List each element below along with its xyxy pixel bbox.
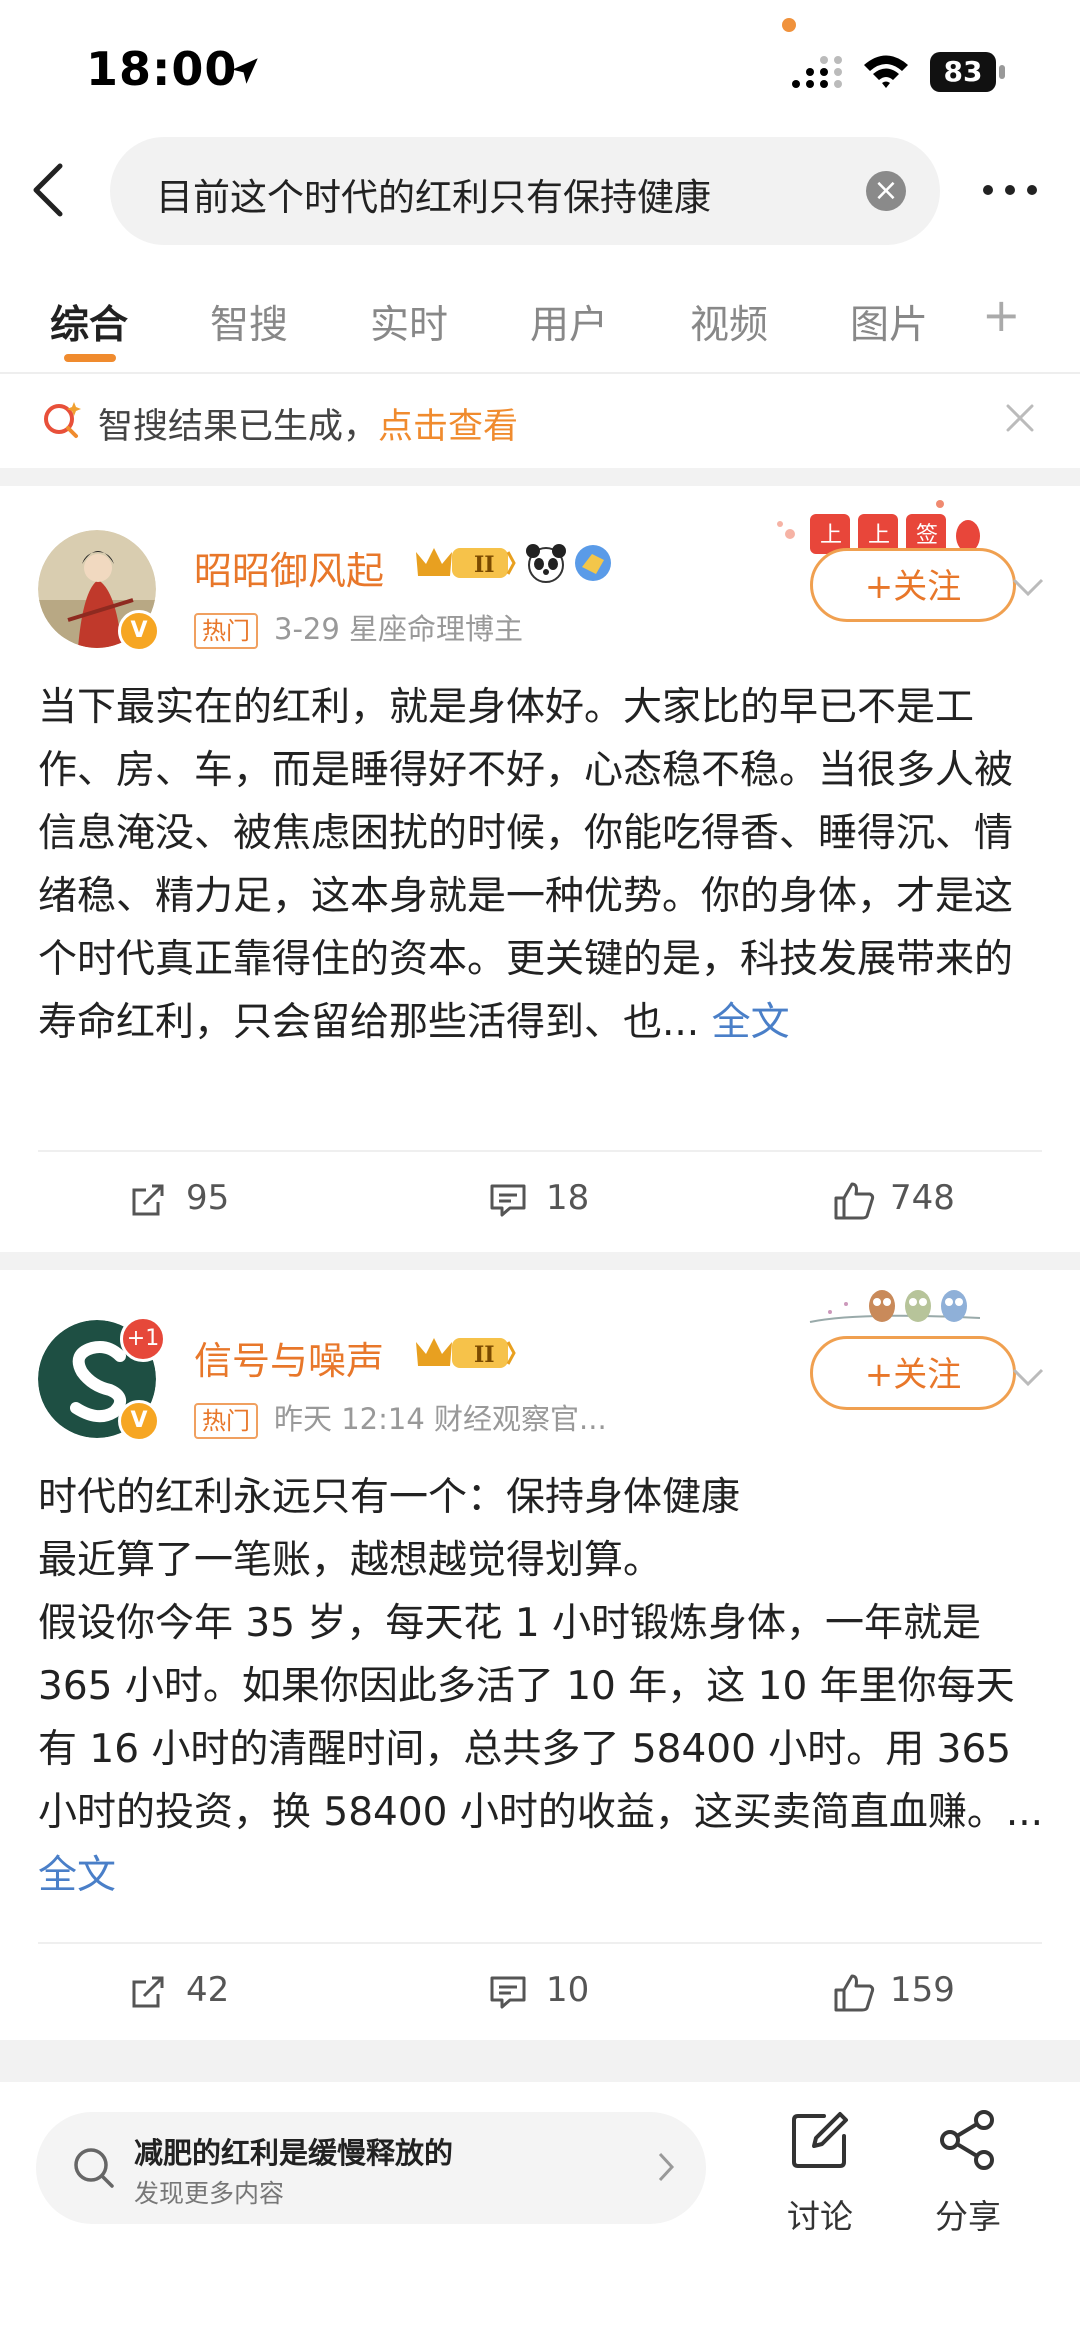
tab-realtime[interactable]: 实时 xyxy=(370,294,448,350)
wifi-icon xyxy=(864,55,908,88)
verified-badge: V xyxy=(118,610,160,652)
hot-tag: 热门 xyxy=(194,613,258,649)
comment-button[interactable]: 18 xyxy=(488,1176,638,1226)
comment-count: 18 xyxy=(546,1178,590,1218)
verified-badge: V xyxy=(118,1400,160,1442)
chevron-down-icon[interactable] xyxy=(1010,576,1046,600)
post-username[interactable]: 昭昭御风起 xyxy=(194,540,384,595)
svg-text:签: 签 xyxy=(916,523,938,548)
follow-button[interactable]: +关注 xyxy=(810,548,1016,622)
bottom-bar-divider xyxy=(0,2080,1080,2082)
tab-comprehensive[interactable]: 综合 xyxy=(50,294,128,350)
search-query[interactable]: 目前这个时代的红利只有保持健康 xyxy=(156,167,711,221)
battery-level: 83 xyxy=(930,52,996,92)
repost-icon xyxy=(132,1976,164,2008)
search-icon xyxy=(74,2148,114,2188)
active-tab-underline xyxy=(64,354,116,362)
read-more-link[interactable]: 全文 xyxy=(712,1000,790,1045)
smart-search-banner[interactable]: 智搜结果已生成，点击查看 xyxy=(0,374,1080,468)
member-level-icon: II xyxy=(416,548,516,578)
discuss-button[interactable]: 讨论 xyxy=(760,2108,880,2248)
post-text-line: 时代的红利永远只有一个：保持身体健康 xyxy=(38,1475,741,1520)
post-meta-text: 昨天 12:14 财经观察官... xyxy=(274,1402,607,1436)
battery-indicator: 83 xyxy=(930,52,1006,92)
comment-icon xyxy=(490,1976,526,2009)
edit-icon xyxy=(792,2112,848,2168)
banner-message: 智搜结果已生成， xyxy=(98,407,379,447)
like-button[interactable]: 748 xyxy=(832,1176,992,1226)
decorative-owls-icon xyxy=(809,1290,981,1323)
comment-button[interactable]: 10 xyxy=(488,1968,638,2018)
post-text-line: 最近算了一笔账，越想越觉得划算。 xyxy=(38,1538,663,1583)
tab-users[interactable]: 用户 xyxy=(530,294,608,350)
section-separator xyxy=(0,1252,1080,1270)
comment-icon xyxy=(490,1184,526,1217)
post-text: 当下最实在的红利，就是身体好。大家比的早已不是工作、房、车，而是睡得好不好，心态… xyxy=(38,685,1014,1045)
svg-text:上: 上 xyxy=(868,523,890,548)
post-content[interactable]: 当下最实在的红利，就是身体好。大家比的早已不是工作、房、车，而是睡得好不好，心态… xyxy=(38,676,1048,1054)
post-username[interactable]: 信号与噪声 xyxy=(194,1330,384,1385)
clear-search-icon[interactable]: × xyxy=(866,171,906,211)
search-tabs: 综合 智搜 实时 用户 视频 图片 + xyxy=(0,282,1080,372)
hot-tag: 热门 xyxy=(194,1403,258,1439)
signal-icon xyxy=(792,56,842,88)
tab-smart-search[interactable]: 智搜 xyxy=(210,294,288,350)
svg-text:II: II xyxy=(474,552,495,578)
smart-search-spark-icon xyxy=(44,402,81,438)
close-icon[interactable] xyxy=(1000,398,1040,438)
thumbs-up-icon xyxy=(834,1974,875,2012)
post-meta: 热门 昨天 12:14 财经观察官... xyxy=(194,1396,607,1439)
post-meta-text: 3-29 星座命理博主 xyxy=(274,612,524,646)
location-arrow-icon xyxy=(232,58,258,84)
tab-videos[interactable]: 视频 xyxy=(690,294,768,350)
discover-subtitle: 发现更多内容 xyxy=(134,2179,285,2208)
notification-badge: +1 xyxy=(120,1316,166,1362)
discuss-label: 讨论 xyxy=(787,2197,853,2236)
like-count: 748 xyxy=(890,1178,955,1218)
privacy-indicator-dot xyxy=(782,18,796,32)
repost-icon xyxy=(132,1184,164,1216)
repost-count: 95 xyxy=(186,1178,230,1218)
post-card[interactable]: V 昭昭御风起 II 热门 3-29 星座命理博主 上 上 签 +关注 当下最实在… xyxy=(0,486,1080,1252)
tab-images[interactable]: 图片 xyxy=(850,294,928,350)
thumbs-up-icon xyxy=(834,1182,875,1220)
status-time: 18:00 xyxy=(86,42,238,96)
section-separator xyxy=(0,468,1080,486)
member-level-icon: II xyxy=(416,1338,516,1368)
blue-badge-icon xyxy=(575,545,611,581)
panda-icon xyxy=(526,544,566,583)
repost-button[interactable]: 42 xyxy=(128,1968,278,2018)
post-divider xyxy=(38,1150,1042,1152)
post-content[interactable]: 时代的红利永远只有一个：保持身体健康 最近算了一笔账，越想越觉得划算。 假设你今… xyxy=(38,1466,1048,1907)
search-input[interactable]: 目前这个时代的红利只有保持健康 × xyxy=(110,137,940,245)
more-options-icon[interactable] xyxy=(978,170,1042,210)
post-divider xyxy=(38,1942,1042,1944)
repost-count: 42 xyxy=(186,1970,230,2010)
chevron-down-icon[interactable] xyxy=(1010,1366,1046,1390)
post-card[interactable]: +1 V 信号与噪声 II 热门 昨天 12:14 财经观察官... +关注 时代… xyxy=(0,1270,1080,2040)
read-more-link[interactable]: 全文 xyxy=(38,1853,116,1898)
banner-view-link[interactable]: 点击查看 xyxy=(378,407,518,447)
post-meta: 热门 3-29 星座命理博主 xyxy=(194,606,523,649)
svg-text:II: II xyxy=(474,1342,495,1368)
banner-text: 智搜结果已生成，点击查看 xyxy=(98,398,518,449)
share-icon xyxy=(940,2110,994,2170)
add-tab-icon[interactable]: + xyxy=(982,288,1021,342)
discover-title: 减肥的红利是缓慢释放的 xyxy=(134,2136,454,2170)
back-arrow-icon[interactable] xyxy=(28,162,68,218)
share-button[interactable]: 分享 xyxy=(908,2108,1028,2248)
post-text-line: 假设你今年 35 岁，每天花 1 小时锻炼身体，一年就是 365 小时。如果你因… xyxy=(38,1601,1044,1835)
comment-count: 10 xyxy=(546,1970,590,2010)
like-button[interactable]: 159 xyxy=(832,1968,992,2018)
section-separator xyxy=(0,2040,1080,2080)
repost-button[interactable]: 95 xyxy=(128,1176,278,1226)
share-label: 分享 xyxy=(935,2197,1001,2236)
discover-search-bar[interactable]: 减肥的红利是缓慢释放的 发现更多内容 xyxy=(36,2112,706,2224)
status-bar: 18:00 83 xyxy=(0,0,1080,130)
battery-nub xyxy=(999,65,1005,79)
follow-button[interactable]: +关注 xyxy=(810,1336,1016,1410)
svg-text:上: 上 xyxy=(820,523,842,548)
like-count: 159 xyxy=(890,1970,955,2010)
chevron-right-icon xyxy=(658,2152,675,2182)
